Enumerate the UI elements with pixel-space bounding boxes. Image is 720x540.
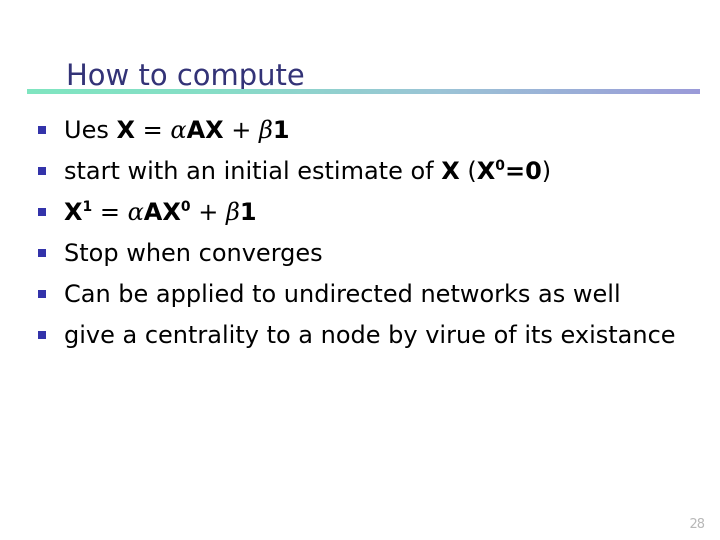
square-bullet-icon xyxy=(38,167,46,175)
slide-canvas: How to compute Ues X = αAX + β1 start wit… xyxy=(0,0,720,540)
square-bullet-icon xyxy=(38,208,46,216)
list-item: Can be applied to undirected networks as… xyxy=(30,274,690,314)
square-bullet-icon xyxy=(38,126,46,134)
list-item: X1 = αAX0 + β1 xyxy=(30,192,690,232)
bullet-initial-estimate: start with an initial estimate of X (X0=… xyxy=(64,157,552,185)
title-divider-rule xyxy=(27,89,700,94)
list-item: give a centrality to a node by virue of … xyxy=(30,315,690,355)
square-bullet-icon xyxy=(38,249,46,257)
bullet-undirected-networks: Can be applied to undirected networks as… xyxy=(64,280,621,308)
page-number: 28 xyxy=(689,517,705,532)
square-bullet-icon xyxy=(38,331,46,339)
bullet-stop-condition: Stop when converges xyxy=(64,239,323,267)
list-item: Ues X = αAX + β1 xyxy=(30,110,690,150)
bullet-centrality-virtue: give a centrality to a node by virue of … xyxy=(64,321,676,349)
bullet-equation-definition: Ues X = αAX + β1 xyxy=(64,116,290,144)
bullet-list: Ues X = αAX + β1 start with an initial es… xyxy=(30,110,690,356)
list-item: start with an initial estimate of X (X0=… xyxy=(30,151,690,191)
square-bullet-icon xyxy=(38,290,46,298)
bullet-iteration-step: X1 = αAX0 + β1 xyxy=(64,198,257,226)
list-item: Stop when converges xyxy=(30,233,690,273)
